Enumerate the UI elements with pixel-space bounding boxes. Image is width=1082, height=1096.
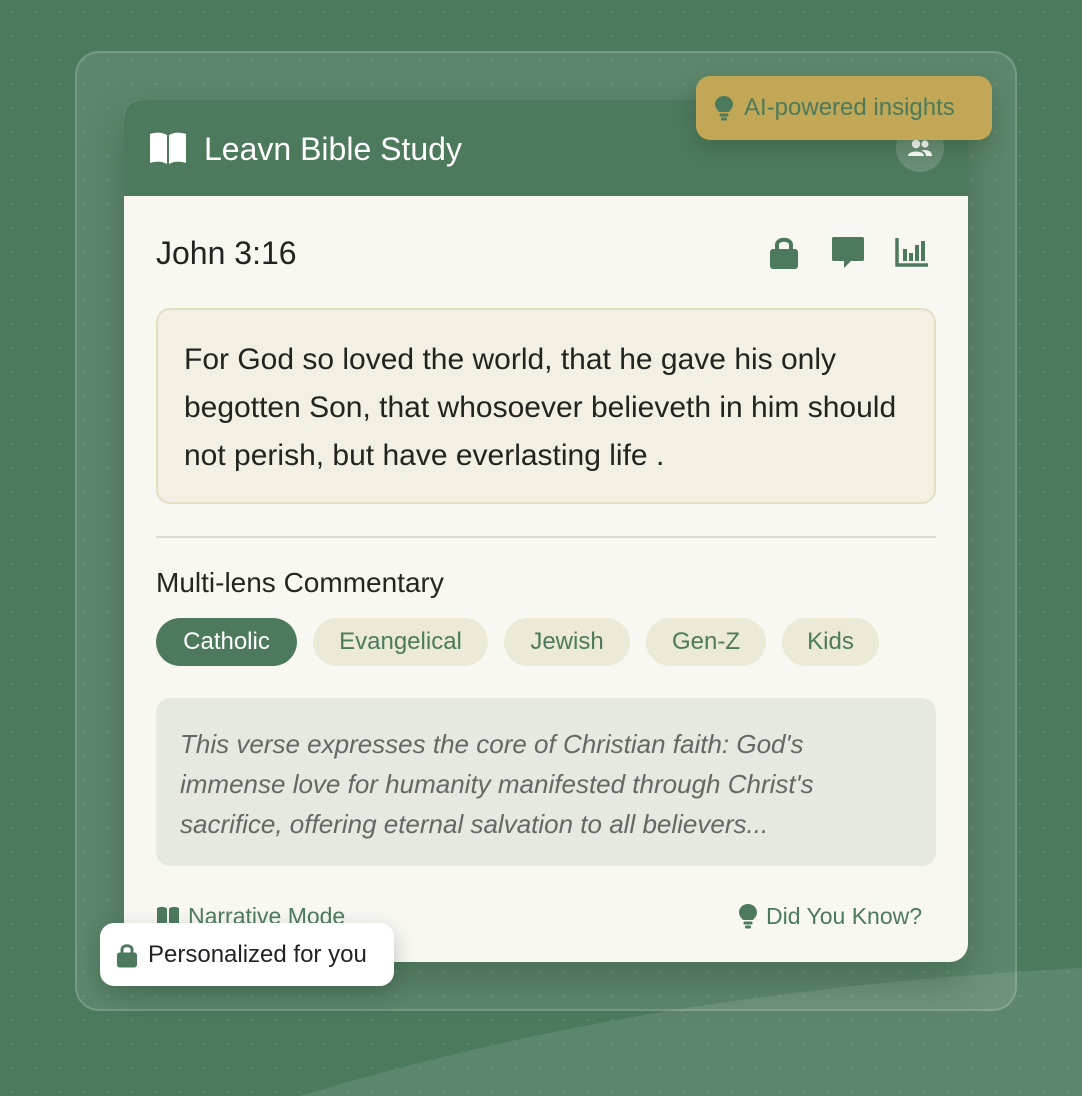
lens-tab-catholic[interactable]: Catholic (156, 618, 297, 666)
comment-button[interactable] (830, 234, 866, 270)
lightbulb-icon (715, 96, 733, 121)
commentary-box: This verse expresses the core of Christi… (156, 698, 936, 866)
did-you-know-label: Did You Know? (766, 903, 923, 929)
ai-insights-badge: AI-powered insights (696, 76, 992, 140)
lens-tab-gen-z[interactable]: Gen-Z (646, 618, 766, 666)
lens-tab-kids[interactable]: Kids (782, 618, 879, 666)
verse-reference: John 3:16 (156, 235, 297, 271)
open-book-icon (150, 132, 186, 164)
users-icon (908, 139, 932, 156)
lock-icon (117, 943, 137, 967)
lens-tab-jewish[interactable]: Jewish (504, 618, 630, 666)
comment-icon (832, 237, 864, 268)
lightbulb-icon (739, 904, 757, 929)
divider (156, 536, 936, 538)
chart-icon (895, 238, 928, 267)
commentary-text: This verse expresses the core of Christi… (180, 729, 814, 839)
lens-tab-evangelical[interactable]: Evangelical (313, 618, 488, 666)
app-title: Leavn Bible Study (204, 131, 462, 167)
lock-icon (770, 237, 798, 269)
personalized-badge: Personalized for you (100, 923, 394, 986)
app-card: Leavn Bible Study John 3:16 For God so l… (124, 100, 968, 962)
commentary-title: Multi-lens Commentary (156, 567, 444, 598)
verse-box: For God so loved the world, that he gave… (156, 308, 936, 504)
stats-button[interactable] (894, 234, 930, 270)
did-you-know-link[interactable]: Did You Know? (738, 900, 922, 932)
personalized-label: Personalized for you (148, 940, 367, 968)
verse-text[interactable]: For God so loved the world, that he gave… (184, 336, 908, 480)
lock-verse-button[interactable] (766, 234, 802, 270)
ai-insights-label: AI-powered insights (744, 94, 955, 121)
